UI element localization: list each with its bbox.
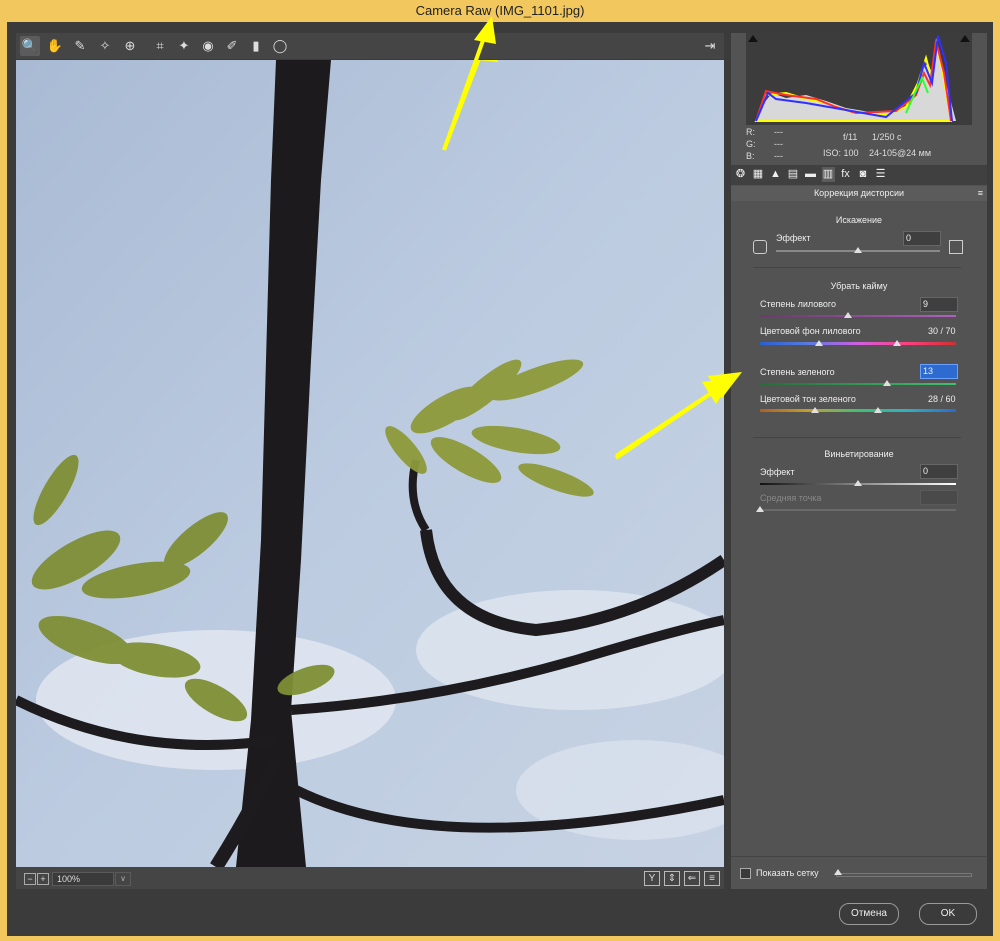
annotation-overlay: [442, 16, 742, 458]
